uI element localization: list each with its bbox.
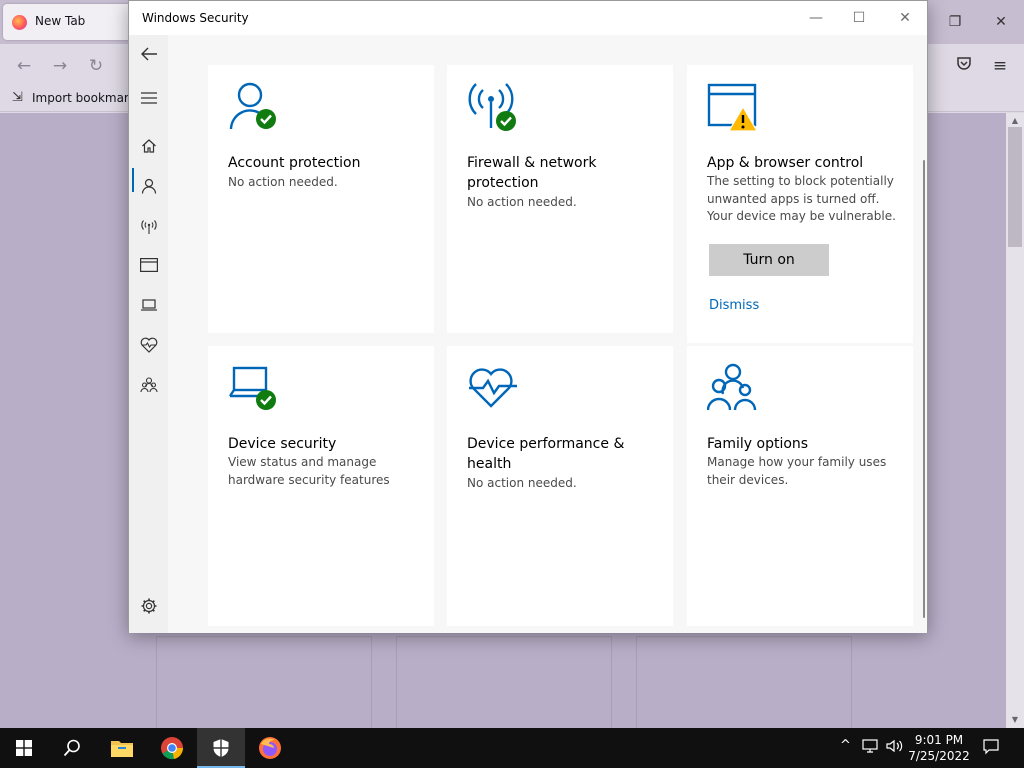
clock-time[interactable]: 9:01 PM xyxy=(900,733,978,747)
top-site-tile[interactable] xyxy=(396,636,612,728)
browser-window-icon xyxy=(139,258,158,272)
card-account-protection[interactable]: Account protection No action needed. xyxy=(208,65,434,333)
minimize-icon[interactable]: — xyxy=(793,5,839,31)
back-arrow-icon xyxy=(140,47,157,61)
firefox-tab-title: New Tab xyxy=(35,14,86,28)
card-description: The setting to block potentially unwante… xyxy=(707,174,896,223)
card-title[interactable]: Family options xyxy=(707,434,907,454)
chrome-icon xyxy=(161,737,183,760)
network-icon[interactable] xyxy=(862,739,878,757)
security-scrollbar[interactable] xyxy=(923,160,925,618)
sidebar-item-device-security[interactable] xyxy=(129,289,168,321)
gear-icon xyxy=(141,598,156,614)
card-description: No action needed. xyxy=(228,175,338,189)
app-browser-warning-icon xyxy=(707,83,759,132)
hamburger-icon xyxy=(140,92,157,104)
sidebar xyxy=(129,35,168,633)
forward-arrow-icon[interactable]: → xyxy=(48,54,72,78)
firefox-logo-icon xyxy=(12,15,27,30)
dismiss-link[interactable]: Dismiss xyxy=(709,298,759,313)
top-site-tile[interactable] xyxy=(156,636,372,728)
import-icon[interactable]: ⇲ xyxy=(12,90,23,105)
search-icon xyxy=(63,739,80,757)
sidebar-item-app-browser[interactable] xyxy=(129,249,168,281)
firefox-close-icon[interactable]: ✕ xyxy=(989,10,1013,34)
card-title[interactable]: Device performance & health xyxy=(467,434,667,474)
hamburger-menu-icon[interactable]: ≡ xyxy=(988,54,1012,78)
family-icon xyxy=(707,363,757,411)
family-icon xyxy=(139,377,158,393)
person-icon xyxy=(141,178,156,194)
firefox-restore-icon[interactable]: ❐ xyxy=(943,10,967,34)
card-title[interactable]: Account protection xyxy=(228,153,428,173)
main-content: Account protection No action needed. Fir… xyxy=(168,35,927,633)
scroll-down-icon[interactable]: ▼ xyxy=(1008,714,1022,726)
search-button[interactable] xyxy=(48,728,96,768)
folder-icon xyxy=(111,741,133,757)
card-family-options[interactable]: Family options Manage how your family us… xyxy=(687,346,913,626)
card-description: No action needed. xyxy=(467,476,577,490)
back-button[interactable] xyxy=(129,38,168,70)
window-title: Windows Security xyxy=(142,11,249,25)
firefox-scrollbar-thumb[interactable] xyxy=(1008,127,1022,247)
firefox-taskbar-button[interactable] xyxy=(246,728,294,768)
menu-button[interactable] xyxy=(129,82,168,114)
sidebar-item-home[interactable] xyxy=(129,130,168,162)
chrome-taskbar-button[interactable] xyxy=(148,728,196,768)
laptop-icon xyxy=(140,299,157,311)
home-icon xyxy=(141,139,156,153)
title-bar: Windows Security — ☐ ✕ xyxy=(129,1,927,35)
card-description: No action needed. xyxy=(467,195,577,209)
windows-logo-icon xyxy=(16,740,32,756)
card-firewall-network[interactable]: Firewall & network protection No action … xyxy=(447,65,673,333)
scroll-up-icon[interactable]: ▲ xyxy=(1008,115,1022,127)
sidebar-item-account[interactable] xyxy=(129,170,168,202)
windows-security-taskbar-button[interactable] xyxy=(197,728,245,768)
heart-pulse-icon xyxy=(469,368,517,408)
antenna-icon xyxy=(140,220,157,234)
close-icon[interactable]: ✕ xyxy=(882,5,928,31)
sidebar-item-device-health[interactable] xyxy=(129,329,168,361)
card-title[interactable]: Device security xyxy=(228,434,428,454)
heart-pulse-icon xyxy=(140,337,157,353)
card-device-security[interactable]: Device security View status and manage h… xyxy=(208,346,434,626)
show-hidden-icons-icon[interactable]: ^ xyxy=(840,738,851,753)
firefox-tab-new-tab[interactable]: New Tab xyxy=(3,4,137,40)
clock-date[interactable]: 7/25/2022 xyxy=(900,749,978,763)
start-button[interactable] xyxy=(0,728,48,768)
sidebar-item-settings[interactable] xyxy=(129,590,168,622)
file-explorer-taskbar-button[interactable] xyxy=(98,728,146,768)
windows-security-window: Windows Security — ☐ ✕ Account protectio… xyxy=(128,0,928,633)
card-title[interactable]: App & browser control xyxy=(707,153,907,173)
sidebar-item-firewall[interactable] xyxy=(129,210,168,242)
firewall-antenna-ok-icon xyxy=(468,83,516,131)
turn-on-button[interactable]: Turn on xyxy=(709,244,829,276)
back-arrow-icon[interactable]: ← xyxy=(12,54,36,78)
card-description: Manage how your family uses their device… xyxy=(707,455,887,487)
shield-icon xyxy=(213,739,229,757)
account-shield-ok-icon xyxy=(229,82,276,130)
pocket-icon[interactable] xyxy=(952,54,976,78)
top-site-tile[interactable] xyxy=(636,636,852,728)
sidebar-item-family[interactable] xyxy=(129,369,168,401)
card-title[interactable]: Firewall & network protection xyxy=(467,153,667,193)
card-description: View status and manage hardware security… xyxy=(228,455,390,487)
maximize-icon[interactable]: ☐ xyxy=(836,5,882,31)
reload-icon[interactable]: ↻ xyxy=(84,54,108,78)
firefox-icon xyxy=(259,737,281,759)
laptop-ok-icon xyxy=(229,366,276,410)
card-device-performance-health[interactable]: Device performance & health No action ne… xyxy=(447,346,673,626)
notifications-icon[interactable] xyxy=(983,739,999,759)
